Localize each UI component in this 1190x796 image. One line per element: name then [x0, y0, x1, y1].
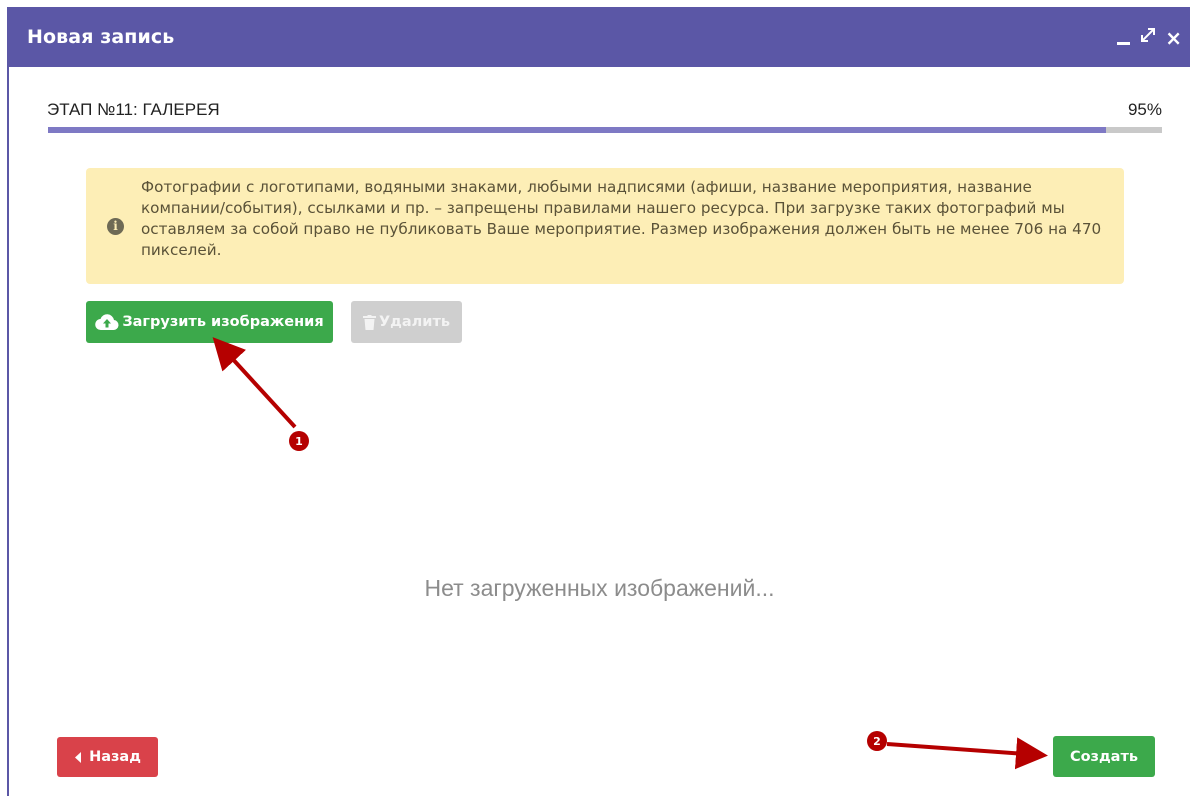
trash-icon: [362, 314, 376, 330]
progress-percent: 95%: [1127, 100, 1162, 119]
dialog-title: Новая запись: [27, 26, 175, 48]
dialog-titlebar: Новая запись ×: [9, 8, 1190, 67]
create-button[interactable]: Создать: [1053, 736, 1155, 777]
notice-text: Фотографии с логотипами, водяными знакам…: [141, 178, 1102, 259]
back-button[interactable]: Назад: [57, 737, 158, 777]
expand-icon[interactable]: [1139, 26, 1157, 49]
delete-button-label: Удалить: [378, 314, 451, 330]
upload-button-label: Загрузить изображения: [122, 314, 324, 330]
close-icon[interactable]: ×: [1165, 28, 1182, 48]
image-rules-notice: i Фотографии с логотипами, водяными знак…: [86, 168, 1124, 284]
info-icon: i: [107, 218, 124, 235]
caret-left-icon: [75, 751, 82, 763]
window-controls: ×: [1117, 26, 1182, 49]
create-button-label: Создать: [1069, 748, 1139, 765]
back-button-label: Назад: [89, 749, 141, 765]
upload-button[interactable]: Загрузить изображения: [86, 301, 333, 343]
delete-button[interactable]: Удалить: [351, 301, 462, 343]
progress-bar-fill: [48, 127, 1107, 133]
stage-title: ЭТАП №11: ГАЛЕРЕЯ: [47, 100, 220, 119]
progress-bar: [48, 127, 1162, 133]
minimize-icon[interactable]: [1117, 28, 1131, 48]
empty-gallery-message: Нет загруженных изображений...: [424, 575, 775, 601]
cloud-upload-icon: [95, 314, 119, 331]
new-entry-dialog: Новая запись × ЭТАП №11: ГАЛЕРЕЯ 95% i Ф…: [7, 7, 1190, 796]
